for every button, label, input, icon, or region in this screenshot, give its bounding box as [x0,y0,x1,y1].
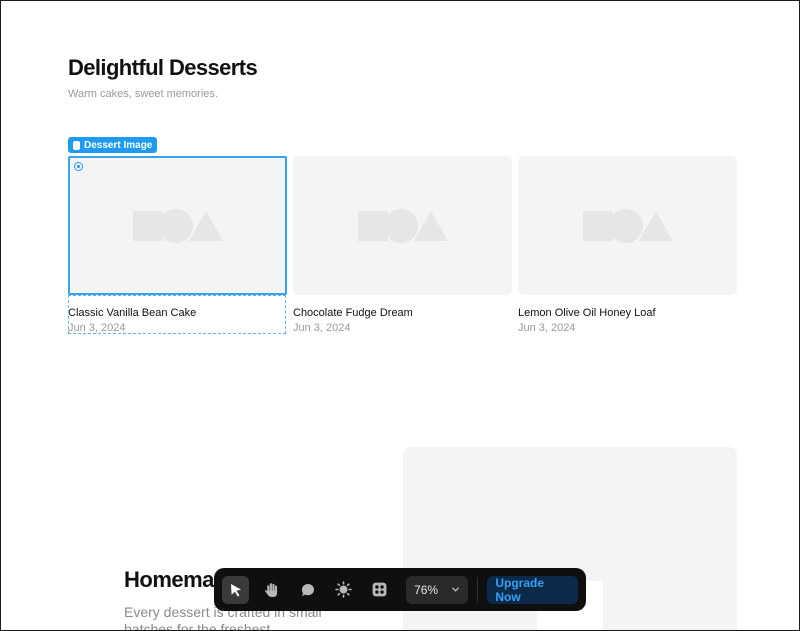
image-placeholder-icon [357,208,448,243]
zoom-value: 76% [414,582,439,597]
hand-tool-button[interactable] [258,576,285,604]
bottom-toolbar: 76% Upgrade Now [214,568,586,611]
selection-tag[interactable]: Dessert Image [68,137,158,153]
page-subtitle: Warm cakes, sweet memories. [68,88,218,100]
select-tool-button[interactable] [222,575,250,604]
upgrade-button[interactable]: Upgrade Now [487,575,578,604]
image-placeholder-icon [582,208,673,243]
chevron-down-icon [452,587,460,592]
card-date: Jun 3, 2024 [518,322,576,334]
card-title: Chocolate Fudge Dream [293,307,413,319]
toolbar-divider [477,576,479,603]
selection-tag-label: Dessert Image [84,139,153,151]
page-title: Delightful Desserts [68,55,258,80]
target-icon[interactable] [74,162,83,171]
card-date: Jun 3, 2024 [293,322,351,334]
hand-pan-icon [265,583,278,597]
dessert-image[interactable] [293,156,512,295]
canvas-frame: Delightful Desserts Warm cakes, sweet me… [0,0,800,631]
dessert-image[interactable] [518,156,737,295]
dessert-image[interactable] [68,156,287,295]
zoom-select[interactable]: 76% [406,575,469,604]
sun-theme-icon [335,581,352,598]
image-placeholder-icon [132,208,223,243]
hover-outline [68,295,286,334]
database-icon [73,140,80,150]
component-grid-icon [372,582,387,597]
comment-bubble-icon [301,583,314,596]
dessert-card-3[interactable]: Lemon Olive Oil Honey Loaf Jun 3, 2024 [518,156,737,334]
theme-toggle-button[interactable] [330,576,357,604]
dessert-card-2[interactable]: Chocolate Fudge Dream Jun 3, 2024 [293,156,512,334]
components-button[interactable] [366,576,393,604]
card-title: Lemon Olive Oil Honey Loaf [518,307,656,319]
select-cursor-icon [230,583,241,596]
comment-tool-button[interactable] [294,576,321,604]
